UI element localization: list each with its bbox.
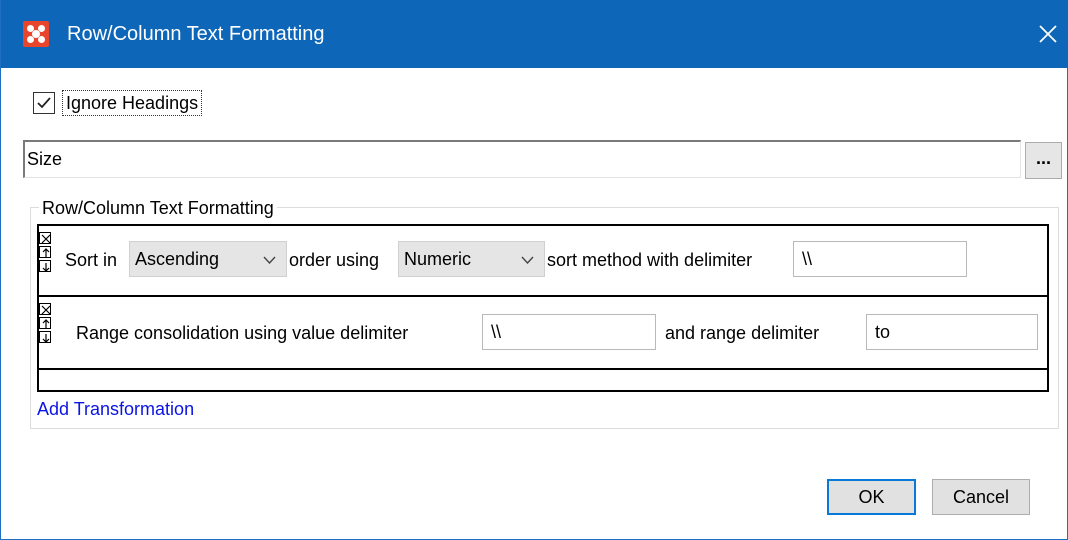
chevron-down-icon (521, 256, 534, 264)
remove-icon (41, 234, 51, 244)
dialog-window: Row/Column Text Formatting Ignore Headin… (0, 0, 1068, 540)
remove-icon (41, 305, 51, 315)
range-prefix-label: Range consolidation using value delimite… (76, 323, 409, 343)
sort-order-value: Ascending (135, 249, 220, 269)
range-middle-label: and range delimiter (665, 323, 820, 343)
add-transformation-link[interactable]: Add Transformation (37, 398, 194, 420)
close-button[interactable] (1031, 14, 1065, 54)
value-delimiter-input[interactable]: \\ (482, 314, 656, 350)
sort-middle-label: order using (289, 250, 380, 270)
move-up-sort-button[interactable] (39, 246, 51, 258)
move-down-sort-button[interactable] (39, 260, 51, 272)
sort-prefix-label: Sort in (65, 250, 118, 270)
arrow-up-icon (42, 319, 50, 328)
app-icon (23, 21, 49, 47)
browse-button[interactable]: ... (1025, 142, 1062, 179)
field-input[interactable]: Size (23, 140, 1021, 178)
ignore-headings-checkbox[interactable] (33, 92, 55, 114)
chevron-down-icon (263, 256, 276, 264)
transformation-divider (37, 368, 1049, 370)
title-bar: Row/Column Text Formatting (1, 0, 1068, 68)
ok-button[interactable]: OK (827, 479, 916, 515)
sort-method-select[interactable]: Numeric (398, 241, 545, 277)
sort-method-value: Numeric (404, 249, 472, 269)
sort-suffix-label: sort method with delimiter (547, 250, 753, 270)
remove-sort-button[interactable] (39, 232, 51, 244)
move-down-range-button[interactable] (39, 331, 51, 343)
range-delimiter-input[interactable]: to (866, 314, 1038, 350)
close-icon (1039, 25, 1057, 43)
ignore-headings-label: Ignore Headings (61, 90, 203, 116)
move-up-range-button[interactable] (39, 317, 51, 329)
cancel-button[interactable]: Cancel (932, 479, 1030, 515)
group-title: Row/Column Text Formatting (39, 197, 277, 219)
arrow-down-icon (42, 263, 50, 272)
transformation-divider (37, 295, 1049, 297)
sort-order-select[interactable]: Ascending (129, 241, 287, 277)
check-icon (37, 97, 51, 109)
arrow-up-icon (42, 248, 50, 257)
sort-delimiter-input[interactable]: \\ (793, 241, 967, 277)
arrow-down-icon (42, 334, 50, 343)
window-title: Row/Column Text Formatting (67, 23, 325, 45)
remove-range-button[interactable] (39, 303, 51, 315)
